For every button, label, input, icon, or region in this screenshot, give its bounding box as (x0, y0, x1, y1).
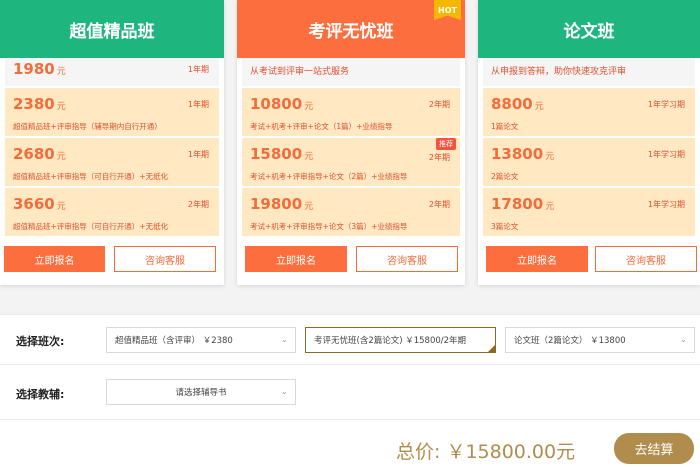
price-value: 15800 元 (250, 145, 314, 163)
price-option[interactable]: 10800 元 2年期 考试+机考+评审+论文（1篇）+业绩指导 (242, 88, 460, 136)
price-desc: 考试+机考+评审指导+论文（2篇）+业绩指导 (250, 172, 408, 181)
price-period: 2年期 (187, 200, 209, 209)
price-value: 2380 元 (13, 95, 66, 113)
price-value: 10800 元 (250, 95, 314, 113)
recommend-badge: 推荐 (436, 138, 456, 150)
enroll-button[interactable]: 立即报名 (4, 246, 105, 272)
class-select-worry-free[interactable]: 考评无忧班(含2篇论文) ￥15800/2年期 (305, 327, 496, 353)
price-period: 1年期 (187, 150, 209, 159)
price-option[interactable]: 19800 元 2年期 考试+机考+评审指导+论文（3篇）+业绩指导 (242, 188, 460, 236)
price-desc: 考试+机考+评审+论文（1篇）+业绩指导 (250, 122, 393, 131)
price-option[interactable]: 2680 元 1年期 超值精品班+评审指导（可自行开通）+无纸化 (5, 138, 219, 186)
course-card-worry-free: 考评无忧班 HOT 从考试到评审一站式服务 10800 元 2年期 考试+机考+评… (237, 0, 465, 285)
select-placeholder: 请选择辅导书 (175, 388, 227, 398)
divider (0, 314, 700, 315)
price-desc: 3篇论文 (491, 222, 519, 231)
price-period: 1年期 (187, 65, 209, 74)
price-desc: 超值精品班+评审指导（可自行开通）+无纸化 (13, 172, 169, 181)
price-period: 1年学习期 (647, 100, 685, 109)
card-tagline: 从考试到评审一站式服务 (250, 67, 350, 77)
price-period: 2年期 (428, 153, 450, 162)
tagline-row: 从考试到评审一站式服务 (242, 58, 460, 86)
price-value: 8800 元 (491, 95, 544, 113)
price-value: 17800 元 (491, 195, 555, 213)
price-period: 1年学习期 (647, 200, 685, 209)
price-value: 3660 元 (13, 195, 66, 213)
selected-check-icon (488, 345, 495, 352)
select-value: 超值精品班（含评审） ￥2380 (115, 336, 233, 346)
class-select-label: 选择班次: (16, 335, 65, 348)
price-value: 19800 元 (250, 195, 314, 213)
card-title-text: 考评无忧班 (308, 21, 394, 42)
card-title: 考评无忧班 HOT (237, 0, 465, 58)
chevron-down-icon: ⌄ (680, 335, 687, 344)
price-desc: 超值精品班+评审指导（辅导期内自行开通） (13, 122, 162, 131)
price-option[interactable]: 2380 元 1年期 超值精品班+评审指导（辅导期内自行开通） (5, 88, 219, 136)
price-value: 13800 元 (491, 145, 555, 163)
total-price: 总价: ￥15800.00元 (396, 441, 576, 463)
price-desc: 考试+机考+评审指导+论文（3篇）+业绩指导 (250, 222, 408, 231)
price-option[interactable]: 3660 元 2年期 超值精品班+评审指导（可自行开通）+无纸化 (5, 188, 219, 236)
chevron-down-icon: ⌄ (281, 387, 288, 396)
price-period: 1年学习期 (647, 150, 685, 159)
consult-button[interactable]: 咨询客服 (114, 246, 216, 272)
price-desc: 超值精品班+评审指导（可自行开通）+无纸化 (13, 222, 169, 231)
price-option[interactable]: 1980 元 1年期 (5, 58, 219, 86)
book-select[interactable]: 请选择辅导书 ⌄ (106, 379, 296, 405)
price-option[interactable]: 17800 元 1年学习期 3篇论文 (483, 188, 695, 236)
book-select-label: 选择教辅: (16, 388, 65, 401)
chevron-down-icon: ⌄ (281, 335, 288, 344)
price-desc: 2篇论文 (491, 172, 519, 181)
price-option[interactable]: 8800 元 1年学习期 1篇论文 (483, 88, 695, 136)
price-period: 1年期 (187, 100, 209, 109)
card-title: 超值精品班 (0, 0, 224, 58)
price-option[interactable]: 推荐 15800 元 2年期 考试+机考+评审指导+论文（2篇）+业绩指导 (242, 138, 460, 186)
select-value: 论文班（2篇论文） ￥13800 (514, 336, 626, 346)
divider (0, 364, 700, 365)
price-period: 2年期 (428, 100, 450, 109)
select-value: 考评无忧班(含2篇论文) ￥15800/2年期 (314, 336, 467, 346)
course-card-premium: 超值精品班 1980 元 1年期 2380 元 1年期 超值精品班+评审指导（辅导期… (0, 0, 224, 285)
tagline-row: 从申报到答辩，助你快速攻克评审 (483, 58, 695, 86)
hot-badge: HOT (434, 0, 461, 20)
price-period: 2年期 (428, 200, 450, 209)
consult-button[interactable]: 咨询客服 (356, 246, 458, 272)
enroll-button[interactable]: 立即报名 (245, 246, 347, 272)
card-tagline: 从申报到答辩，助你快速攻克评审 (491, 67, 627, 77)
price-option[interactable]: 13800 元 1年学习期 2篇论文 (483, 138, 695, 186)
class-select-thesis[interactable]: 论文班（2篇论文） ￥13800 ⌄ (505, 327, 695, 353)
price-value: 1980 元 (13, 60, 66, 78)
class-select-premium[interactable]: 超值精品班（含评审） ￥2380 ⌄ (106, 327, 296, 353)
checkout-button[interactable]: 去结算 (614, 433, 694, 464)
price-value: 2680 元 (13, 145, 66, 163)
card-title: 论文班 (478, 0, 700, 58)
enroll-button[interactable]: 立即报名 (486, 246, 588, 272)
consult-button[interactable]: 咨询客服 (595, 246, 697, 272)
price-desc: 1篇论文 (491, 122, 519, 131)
course-card-thesis: 论文班 从申报到答辩，助你快速攻克评审 8800 元 1年学习期 1篇论文 138… (478, 0, 700, 285)
divider (0, 419, 700, 420)
